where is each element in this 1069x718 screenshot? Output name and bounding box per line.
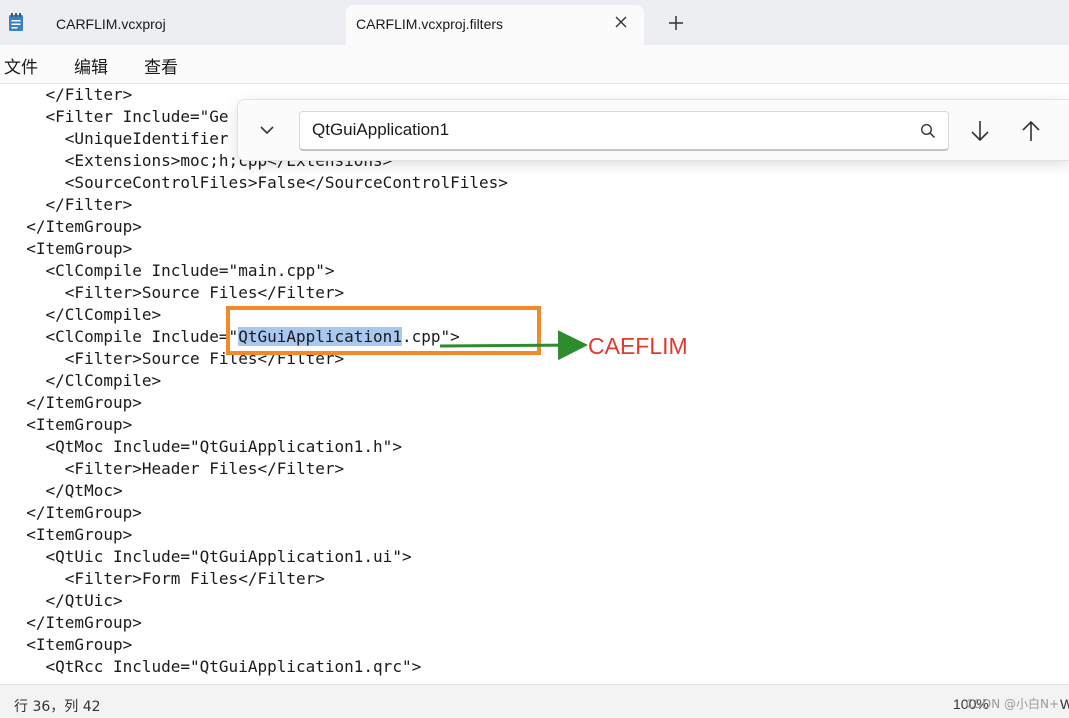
tab-label: CARFLIM.vcxproj.filters xyxy=(356,16,504,32)
tab-carflim-vcxproj-filters[interactable]: CARFLIM.vcxproj.filters xyxy=(346,5,644,45)
code-line: <Filter>Header Files</Filter> xyxy=(7,459,345,478)
code-line: </Filter> xyxy=(7,195,133,214)
code-line: <Filter>Source Files</Filter> xyxy=(7,283,345,302)
cursor-position: 行 36，列 42 xyxy=(14,699,101,715)
status-trailing: W xyxy=(1060,696,1069,712)
code-line: </ClCompile> xyxy=(7,371,162,390)
code-line: <QtMoc Include="QtGuiApplication1.h"> xyxy=(7,437,402,456)
code-line: <Filter Include="Ge xyxy=(7,107,229,126)
tab-carflim-vcxproj[interactable]: CARFLIM.vcxproj xyxy=(0,5,340,45)
annotation-box xyxy=(226,306,541,355)
code-text: <ClCompile Include=" xyxy=(7,327,239,346)
code-line: <UniqueIdentifier xyxy=(7,129,229,148)
status-bar: 行 36，列 42 100% CSDN @小白N+ W xyxy=(0,684,1069,718)
find-next-arrow-down-icon[interactable] xyxy=(968,118,992,144)
menu-file[interactable]: 文件 xyxy=(4,53,38,78)
menu-edit[interactable]: 编辑 xyxy=(74,53,108,78)
code-line: <ItemGroup> xyxy=(7,239,133,258)
code-line: <ItemGroup> xyxy=(7,635,133,654)
code-line: </ItemGroup> xyxy=(7,503,142,522)
search-icon[interactable] xyxy=(920,123,936,139)
code-line: </ItemGroup> xyxy=(7,217,142,236)
notepad-icon xyxy=(9,13,23,31)
code-line: <Filter>Form Files</Filter> xyxy=(7,569,325,588)
find-input[interactable]: QtGuiApplication1 xyxy=(299,111,949,151)
code-line: <QtRcc Include="QtGuiApplication1.qrc"> xyxy=(7,657,422,676)
find-panel: QtGuiApplication1 xyxy=(237,99,1069,161)
code-line: </QtUic> xyxy=(7,591,123,610)
code-line: <SourceControlFiles>False</SourceControl… xyxy=(7,173,508,192)
close-icon[interactable] xyxy=(614,15,628,29)
code-line: </Filter> xyxy=(7,85,133,104)
code-line: <ClCompile Include="main.cpp"> xyxy=(7,261,335,280)
text-editor[interactable]: </Filter> <Filter Include="Ge <UniqueIde… xyxy=(0,84,1069,684)
code-line: </ItemGroup> xyxy=(7,393,142,412)
code-line: </ItemGroup> xyxy=(7,613,142,632)
watermark: CSDN @小白N+ xyxy=(966,697,1060,711)
find-query: QtGuiApplication1 xyxy=(312,120,450,139)
code-line: <ItemGroup> xyxy=(7,525,133,544)
annotation-label: CAEFLIM xyxy=(588,333,688,359)
menu-view[interactable]: 查看 xyxy=(144,53,178,78)
code-line: <ItemGroup> xyxy=(7,415,133,434)
new-tab-plus-icon[interactable] xyxy=(666,13,686,33)
code-line: <QtUic Include="QtGuiApplication1.ui"> xyxy=(7,547,412,566)
code-line: </QtMoc> xyxy=(7,481,123,500)
tab-bar: CARFLIM.vcxproj CARFLIM.vcxproj.filters xyxy=(0,0,1069,45)
menu-bar: 文件 编辑 查看 xyxy=(0,45,1069,84)
chevron-down-icon[interactable] xyxy=(257,120,277,140)
find-previous-arrow-up-icon[interactable] xyxy=(1019,118,1043,144)
code-line: </ClCompile> xyxy=(7,305,162,324)
tab-label: CARFLIM.vcxproj xyxy=(56,16,166,32)
